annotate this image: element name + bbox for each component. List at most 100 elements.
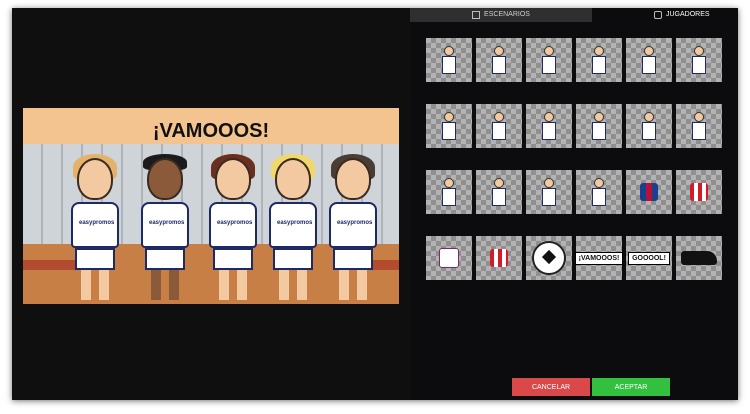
player-shorts: [75, 248, 115, 270]
tab-escenarios[interactable]: ESCENARIOS: [410, 8, 592, 22]
library-item-player[interactable]: [476, 104, 522, 148]
jersey-icon: [439, 248, 459, 268]
thumb-head: [544, 112, 554, 122]
thumb-body: [592, 122, 606, 140]
player-blonde-short[interactable]: easypromos: [263, 154, 323, 304]
scene-title[interactable]: ¡VAMOOOS!: [23, 120, 399, 143]
thumb-head: [594, 178, 604, 188]
player-thumbnail: [592, 112, 606, 140]
thumb-head: [444, 178, 454, 188]
thumb-head: [444, 46, 454, 56]
player-thumbnail: [442, 112, 456, 140]
library-item-jersey-atletico[interactable]: [676, 170, 722, 214]
library-item-soccer-boot[interactable]: [676, 236, 722, 280]
soccer-boot-icon: [681, 251, 717, 265]
player-thumbnail: [542, 112, 556, 140]
library-item-player[interactable]: [526, 104, 572, 148]
player-shorts: [273, 248, 313, 270]
thumb-body: [442, 122, 456, 140]
player-bearded-man[interactable]: easypromos: [323, 154, 383, 304]
thumb-body: [592, 188, 606, 206]
sticker-vamooos-text: ¡VAMOOOS!: [574, 251, 624, 265]
library-item-player[interactable]: [426, 170, 472, 214]
library-item-player[interactable]: [426, 104, 472, 148]
player-dark-man[interactable]: easypromos: [135, 154, 195, 304]
thumb-head: [694, 112, 704, 122]
thumb-body: [642, 122, 656, 140]
player-head: [275, 158, 311, 200]
library-item-sticker-vamooos[interactable]: ¡VAMOOOS!: [574, 236, 624, 280]
player-thumbnail: [492, 112, 506, 140]
thumb-head: [644, 46, 654, 56]
library-item-player[interactable]: [526, 170, 572, 214]
player-blonde-woman[interactable]: easypromos: [65, 154, 125, 304]
player-shirt: easypromos: [329, 202, 377, 248]
accept-button[interactable]: ACEPTAR: [592, 378, 670, 396]
player-thumbnail: [692, 46, 706, 74]
library-item-jersey-barcelona[interactable]: [626, 170, 672, 214]
library-item-player[interactable]: [426, 38, 472, 82]
cancel-button[interactable]: CANCELAR: [512, 378, 590, 396]
player-legs: [81, 270, 109, 300]
thumb-body: [542, 188, 556, 206]
player-thumbnail: [442, 178, 456, 206]
player-shorts: [213, 248, 253, 270]
thumb-body: [542, 56, 556, 74]
library-item-player[interactable]: [576, 104, 622, 148]
player-legs: [219, 270, 247, 300]
thumb-body: [442, 56, 456, 74]
shirt-icon: [654, 11, 662, 19]
player-thumbnail: [592, 178, 606, 206]
library-item-player[interactable]: [676, 104, 722, 148]
scene-icon: [472, 11, 481, 19]
player-shorts: [145, 248, 185, 270]
thumb-head: [544, 46, 554, 56]
library-item-player[interactable]: [626, 104, 672, 148]
library-tabs: ESCENARIOS JUGADORES: [410, 8, 738, 22]
thumb-body: [642, 56, 656, 74]
sticker-goooal-text: GOOOOL!: [628, 251, 670, 265]
thumb-body: [492, 122, 506, 140]
thumb-body: [442, 188, 456, 206]
player-thumbnail: [542, 178, 556, 206]
player-legs: [339, 270, 367, 300]
player-shirt: easypromos: [209, 202, 257, 248]
thumb-head: [644, 112, 654, 122]
library-item-sticker-goooal[interactable]: GOOOOL!: [626, 236, 672, 280]
player-head: [215, 158, 251, 200]
player-logo: easypromos: [337, 220, 373, 226]
library-item-player[interactable]: [676, 38, 722, 82]
canvas-area: ¡VAMOOOS! easypromos easypromos easyprom…: [12, 8, 410, 400]
library-item-player[interactable]: [476, 38, 522, 82]
player-legs: [279, 270, 307, 300]
jersey-icon: [490, 249, 508, 267]
thumb-head: [444, 112, 454, 122]
player-legs: [151, 270, 179, 300]
tab-jugadores[interactable]: JUGADORES: [654, 8, 710, 22]
player-thumbnail: [492, 46, 506, 74]
player-shirt: easypromos: [141, 202, 189, 248]
thumb-body: [692, 122, 706, 140]
player-logo: easypromos: [79, 220, 115, 226]
library-item-player[interactable]: [626, 38, 672, 82]
library-item-player[interactable]: [476, 170, 522, 214]
player-thumbnail: [442, 46, 456, 74]
scene-canvas[interactable]: ¡VAMOOOS! easypromos easypromos easyprom…: [23, 108, 399, 304]
library-item-jersey-redwhite[interactable]: [476, 236, 522, 280]
library-item-player[interactable]: [576, 38, 622, 82]
player-logo: easypromos: [149, 220, 185, 226]
thumb-head: [544, 178, 554, 188]
player-head: [77, 158, 113, 200]
player-shirt: easypromos: [269, 202, 317, 248]
thumb-head: [494, 112, 504, 122]
jersey-icon: [690, 183, 708, 201]
library-item-soccer-ball[interactable]: [526, 236, 572, 280]
player-brunette-woman[interactable]: easypromos: [203, 154, 263, 304]
player-shorts: [333, 248, 373, 270]
library-item-player[interactable]: [576, 170, 622, 214]
player-thumbnail: [542, 46, 556, 74]
thumb-head: [494, 178, 504, 188]
player-head: [147, 158, 183, 200]
library-item-player[interactable]: [526, 38, 572, 82]
library-item-jersey-white[interactable]: [426, 236, 472, 280]
